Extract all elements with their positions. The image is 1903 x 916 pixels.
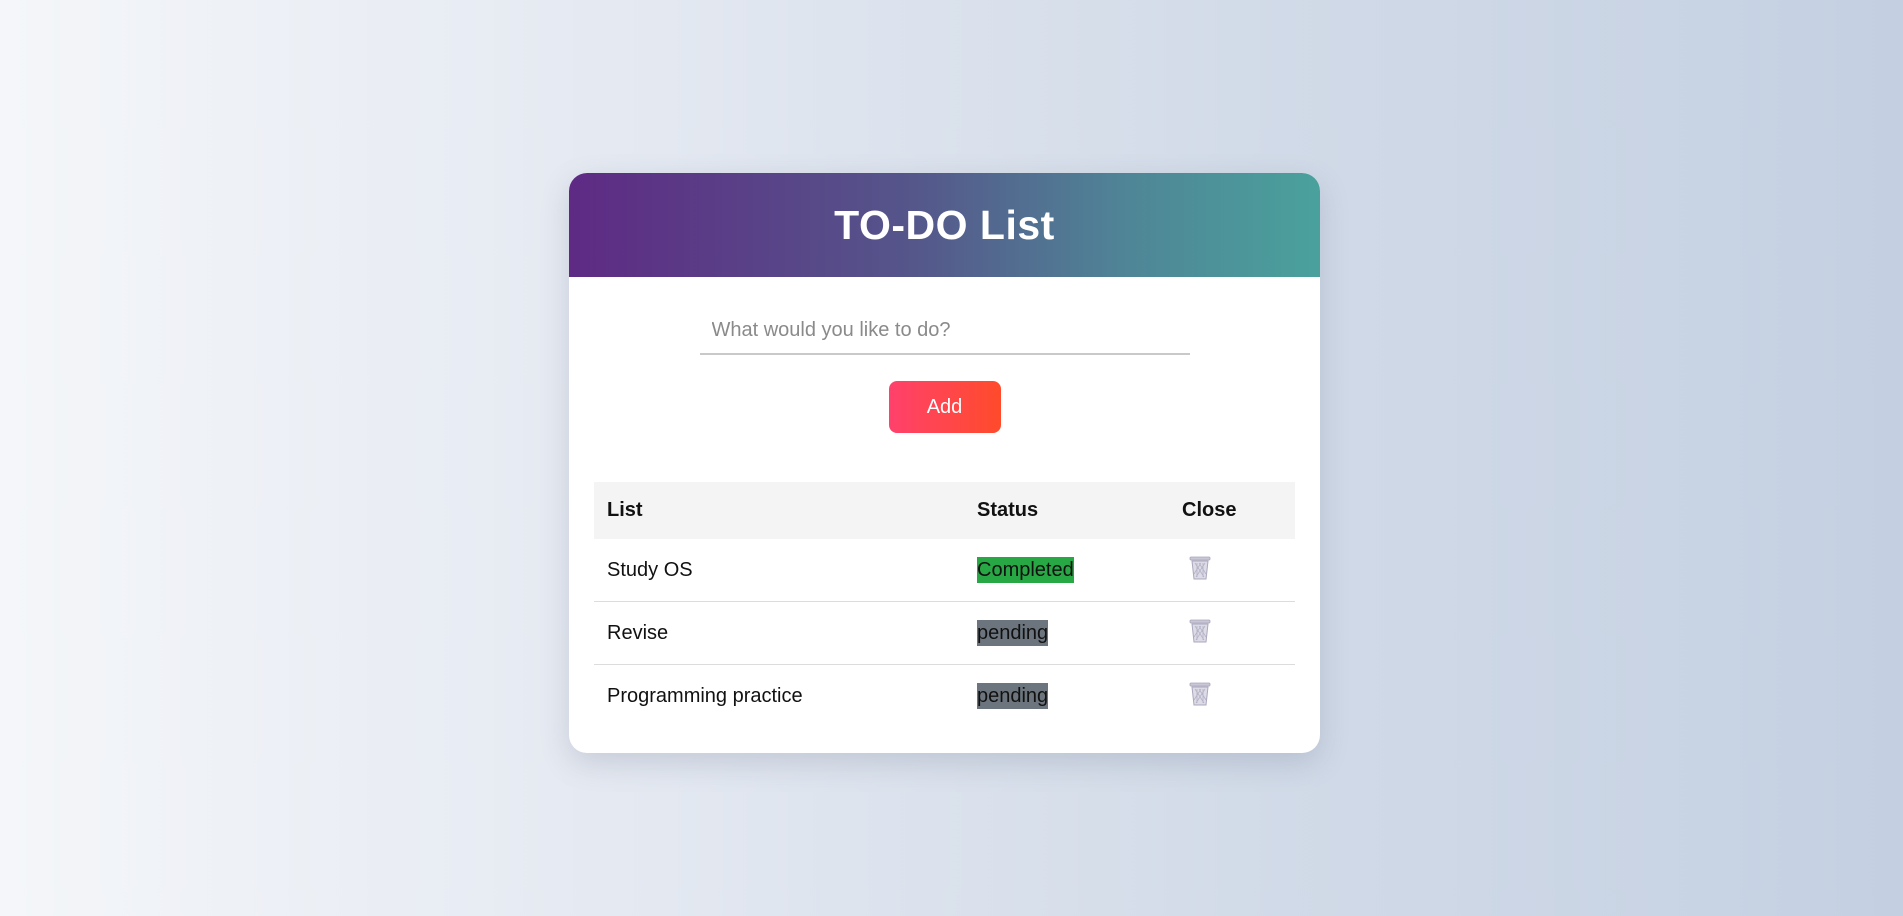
trash-icon <box>1189 682 1211 705</box>
table-row: Programming practice pending <box>594 665 1295 728</box>
header-list: List <box>607 499 643 521</box>
table-row: Study OS Completed <box>594 539 1295 602</box>
delete-button[interactable] <box>1186 617 1214 645</box>
page-title: TO-DO List <box>834 201 1055 248</box>
trash-icon <box>1189 619 1211 642</box>
table-row: Revise pending <box>594 601 1295 665</box>
task-name: Programming practice <box>607 684 803 707</box>
header-status: Status <box>977 499 1039 521</box>
table-header-row: List Status Close <box>594 482 1295 539</box>
header-close: Close <box>1182 499 1237 521</box>
task-name: Study OS <box>594 539 964 602</box>
status-badge[interactable]: pending <box>977 683 1049 709</box>
delete-button[interactable] <box>1186 554 1214 582</box>
status-badge[interactable]: Completed <box>977 557 1074 583</box>
button-row: Add <box>569 381 1320 433</box>
close-cell <box>1169 601 1295 665</box>
task-name: Revise <box>594 601 964 665</box>
card-header: TO-DO List <box>569 173 1320 277</box>
status-cell: Completed <box>964 539 1169 602</box>
delete-button[interactable] <box>1186 680 1214 708</box>
trash-icon <box>1189 556 1211 579</box>
input-row <box>569 307 1320 355</box>
status-badge[interactable]: pending <box>977 620 1049 646</box>
close-cell <box>1169 539 1295 602</box>
status-cell: pending <box>964 665 1169 728</box>
status-cell: pending <box>964 601 1169 665</box>
add-button[interactable]: Add <box>888 381 1001 433</box>
task-input[interactable] <box>699 307 1190 355</box>
todo-table: List Status Close Study OS Completed Rev… <box>594 482 1295 727</box>
close-cell <box>1169 665 1295 728</box>
todo-card: TO-DO List Add List Status Close Study O… <box>569 173 1320 753</box>
